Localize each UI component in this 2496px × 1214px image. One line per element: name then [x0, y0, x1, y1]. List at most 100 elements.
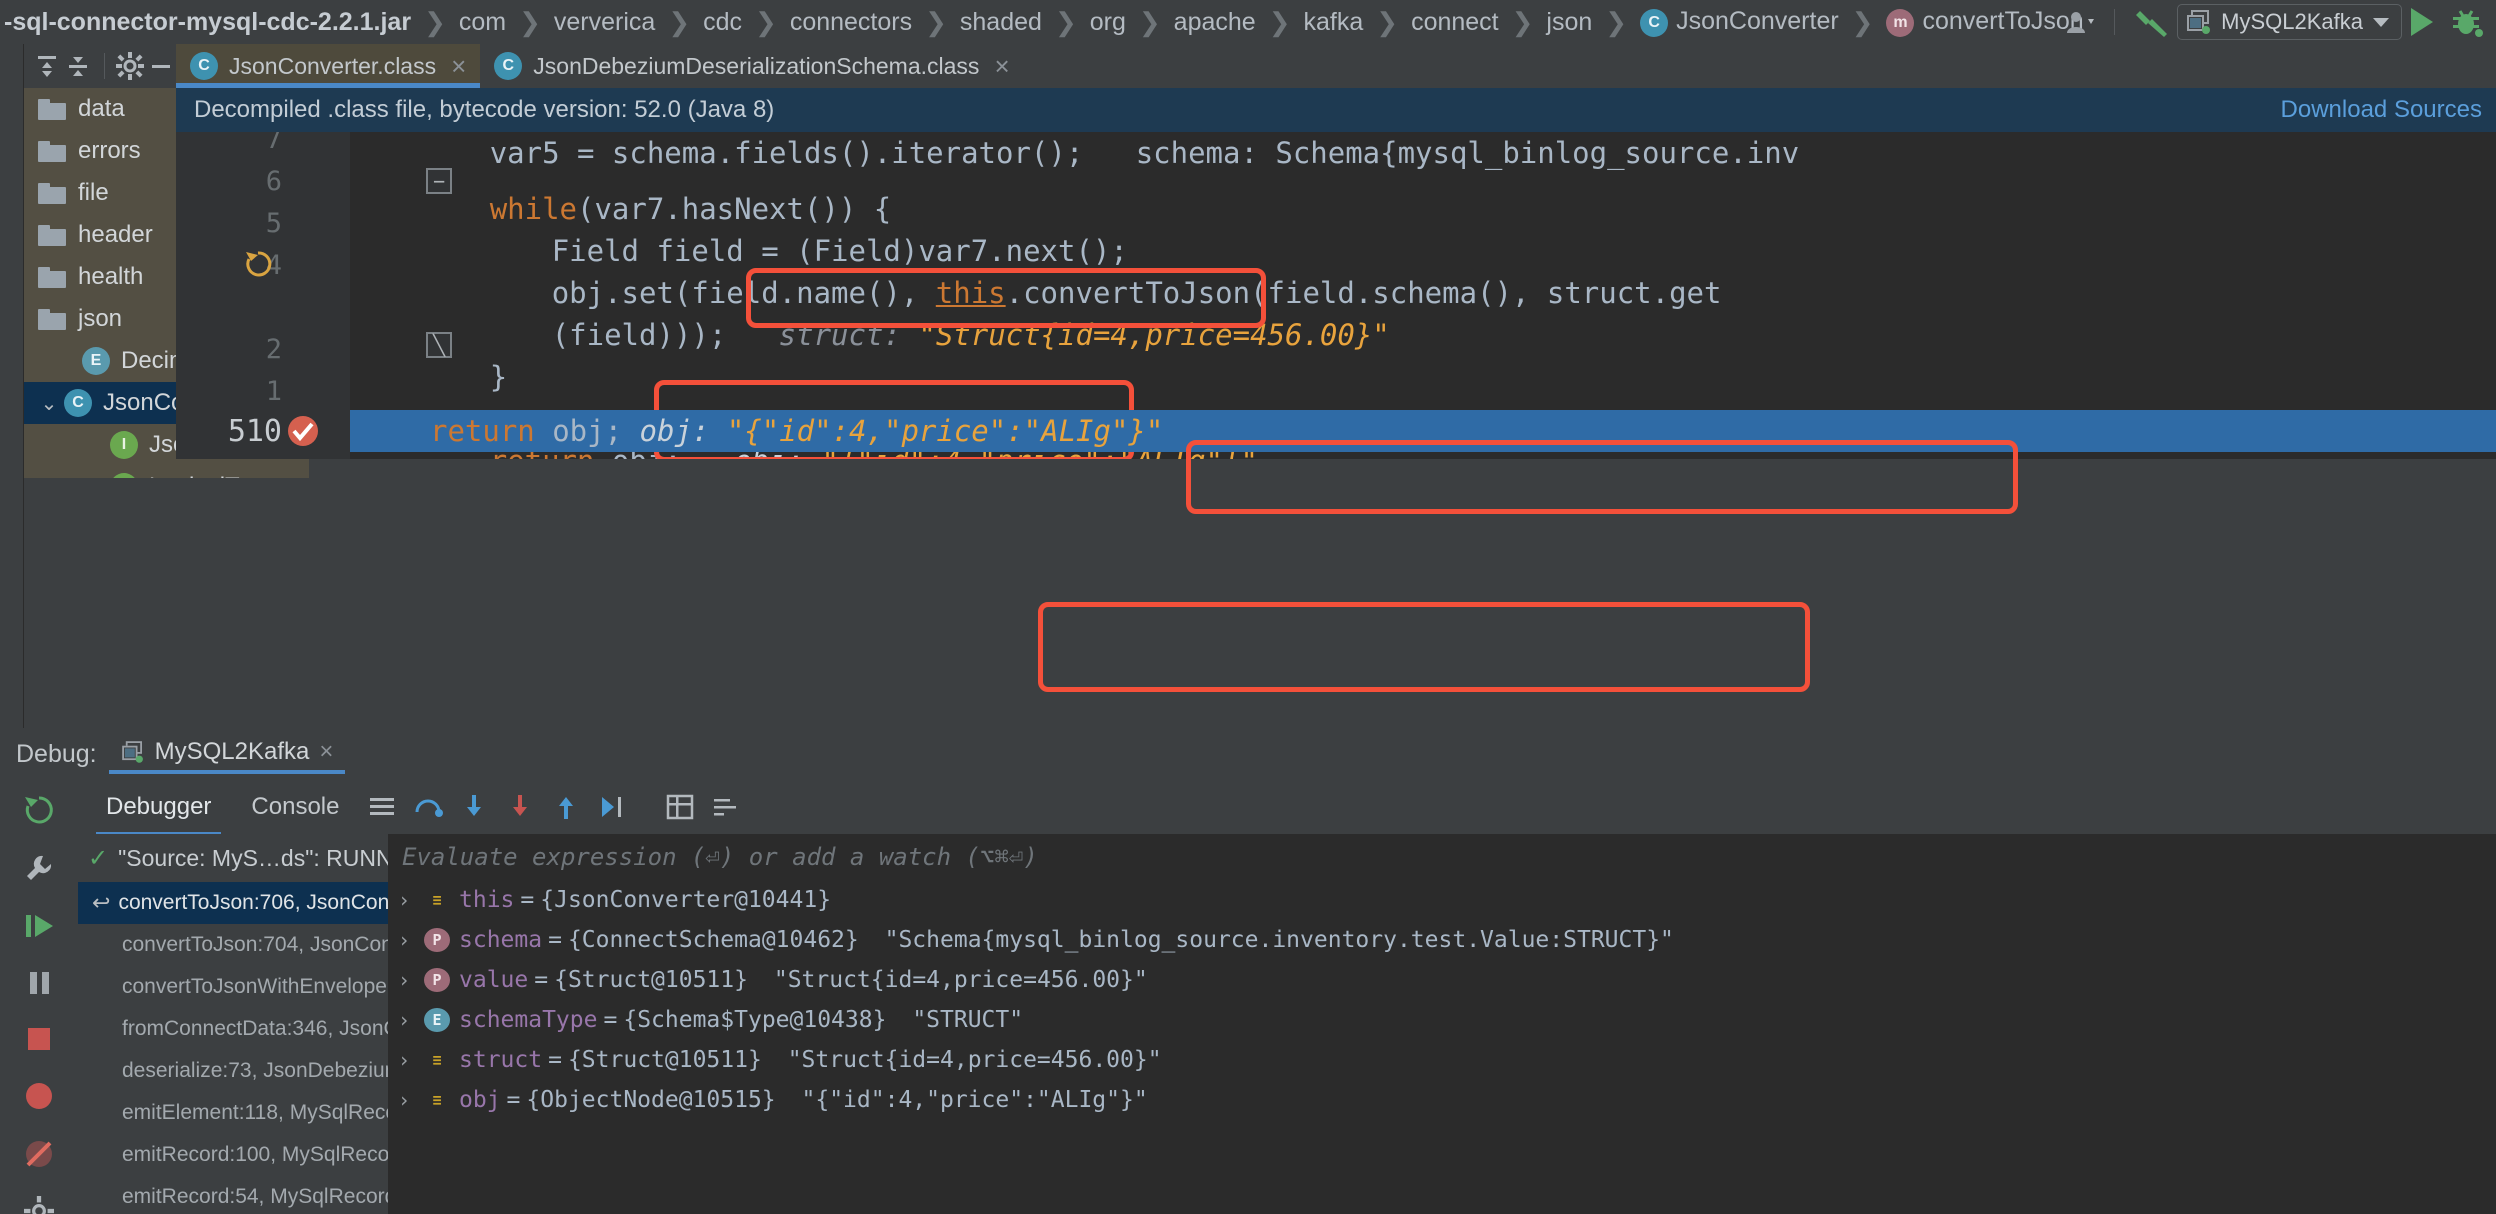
frame-row[interactable]: ↩ convertToJson:706, JsonConverter (co — [78, 882, 388, 924]
view-breakpoints-button[interactable] — [19, 1080, 59, 1112]
breadcrumb-item-org[interactable]: org — [1084, 8, 1132, 37]
close-icon[interactable]: × — [451, 51, 466, 82]
user-profile-icon — [2067, 12, 2095, 33]
tab-jsondebeziumdeserializationschema-class[interactable]: C JsonDebeziumDeserializationSchema.clas… — [480, 44, 1023, 88]
mute-breakpoints-button[interactable] — [19, 1138, 59, 1170]
chevron-right-icon[interactable]: › — [398, 1008, 424, 1032]
breadcrumb-item-jsonconverter[interactable]: C JsonConverter — [1634, 7, 1845, 37]
debug-frames-panel[interactable]: ✓ "Source: MyS…ds": RUNNING ↩ convertToJ… — [78, 834, 496, 1214]
chevron-right-icon[interactable]: › — [398, 1048, 424, 1072]
breadcrumb-item-apache[interactable]: apache — [1168, 8, 1262, 37]
frame-arrow-icon: ↩ — [92, 890, 111, 915]
tree-item-label: data — [78, 95, 125, 122]
settings-button[interactable] — [703, 787, 749, 827]
breadcrumb-item-shaded[interactable]: shaded — [954, 8, 1048, 37]
build-button[interactable] — [2127, 3, 2175, 41]
breadcrumb-item-ververica[interactable]: ververica — [548, 8, 661, 37]
chevron-right-icon[interactable]: › — [398, 888, 424, 912]
step-into-icon — [467, 795, 482, 816]
download-sources-link[interactable]: Download Sources — [2281, 96, 2482, 124]
step-over-button[interactable] — [405, 787, 451, 827]
breakpoint-icon[interactable] — [284, 412, 322, 455]
line-number: 6 — [265, 166, 282, 197]
breadcrumb-item-cdc[interactable]: cdc — [697, 8, 748, 37]
stop-button[interactable] — [19, 1024, 59, 1054]
debug-session-tab[interactable]: MySQL2Kafka × — [108, 734, 346, 774]
code-line-objset: obj.set(field.name(), this.convertToJson… — [350, 242, 2496, 310]
force-step-into-button[interactable] — [497, 787, 543, 827]
frame-method: emitRecord:100, — [122, 1143, 277, 1166]
variable-row-this[interactable]: › ≡ this = {JsonConverter@10441} — [388, 880, 2496, 920]
frame-row[interactable]: emitRecord:100, MySqlRecordEmitter ( — [78, 1134, 388, 1176]
tab-debugger[interactable]: Debugger — [86, 787, 231, 836]
close-icon[interactable]: × — [994, 51, 1009, 82]
step-into-button[interactable] — [451, 787, 497, 827]
breadcrumb-item-kafka[interactable]: kafka — [1298, 8, 1370, 37]
debug-button[interactable] — [2442, 3, 2490, 41]
resume-button[interactable] — [19, 910, 59, 942]
frame-row[interactable]: emitElement:118, MySqlRecordEmitter — [78, 1092, 388, 1134]
equals-sign: = — [548, 1047, 562, 1073]
field-icon: ≡ — [432, 891, 442, 909]
frame-row[interactable]: convertToJson:704, JsonConverter (co — [78, 924, 388, 966]
evaluate-placeholder: Evaluate expression (⏎) or add a watch (… — [402, 843, 1038, 871]
layout-button[interactable] — [359, 787, 405, 827]
tree-item-label: json — [78, 305, 123, 332]
variable-row-struct[interactable]: › ≡ struct = {Struct@10511} "Struct{id=4,p… — [388, 1040, 2496, 1080]
frames-thread-selector[interactable]: ✓ "Source: MyS…ds": RUNNING — [78, 834, 496, 882]
frame-row[interactable]: convertToJsonWithEnvelope:592, Json — [78, 966, 388, 1008]
collapse-all-button[interactable] — [63, 46, 94, 86]
debug-settings-button[interactable] — [19, 852, 59, 884]
breadcrumb-separator: ❯ — [668, 6, 691, 37]
breadcrumb-item-json[interactable]: json — [1540, 8, 1598, 37]
pause-button[interactable] — [19, 968, 59, 998]
breadcrumb-bar: -sql-connector-mysql-cdc-2.2.1.jar ❯ com… — [0, 0, 2496, 44]
tab-console[interactable]: Console — [231, 787, 359, 827]
run-button[interactable] — [2404, 3, 2440, 41]
rerun-marker-icon[interactable] — [242, 248, 274, 287]
tree-item-logicaltype[interactable]: I LogicalTyp — [24, 466, 309, 478]
variable-type: {JsonConverter@10441} — [540, 887, 832, 913]
close-icon[interactable]: × — [319, 738, 333, 766]
hide-toolwindow-button[interactable] — [145, 46, 176, 86]
breadcrumb-item-jar[interactable]: -sql-connector-mysql-cdc-2.2.1.jar — [0, 8, 417, 37]
breadcrumb-item-com[interactable]: com — [453, 8, 512, 37]
debug-gear-button[interactable] — [19, 1196, 59, 1214]
breadcrumb-item-connectors[interactable]: connectors — [784, 8, 918, 37]
variable-row-obj[interactable]: › ≡ obj = {ObjectNode@10515} "{"id":4,"pri… — [388, 1080, 2496, 1120]
evaluate-expression-button[interactable] — [657, 787, 703, 827]
frame-row[interactable]: fromConnectData:346, JsonConverter — [78, 1008, 388, 1050]
tree-item-label: errors — [78, 137, 141, 164]
debug-variables-panel[interactable]: Evaluate expression (⏎) or add a watch (… — [388, 834, 2496, 1214]
chevron-right-icon[interactable]: › — [398, 968, 424, 992]
frame-row[interactable]: deserialize:73, JsonDebeziumDeserializ — [78, 1050, 388, 1092]
project-settings-button[interactable] — [114, 46, 145, 86]
tree-item-label: file — [78, 179, 109, 206]
expand-all-button[interactable] — [32, 46, 63, 86]
frame-class: MySqlRecordEmitter — [289, 1101, 388, 1124]
rerun-button[interactable] — [19, 794, 59, 826]
evaluate-expression-input[interactable]: Evaluate expression (⏎) or add a watch (… — [388, 834, 2496, 880]
breadcrumb-separator: ❯ — [1851, 6, 1874, 37]
variable-value: "Schema{mysql_binlog_source.inventory.te… — [884, 927, 1674, 953]
tab-jsonconverter-class[interactable]: C JsonConverter.class × — [176, 44, 481, 88]
chevron-right-icon[interactable]: › — [398, 928, 424, 952]
chevron-right-icon[interactable]: › — [398, 1088, 424, 1112]
variable-name: value — [459, 967, 529, 993]
frame-method: emitElement:118, — [122, 1101, 284, 1124]
variable-row-value[interactable]: › P value = {Struct@10511} "Struct{id=4,pr… — [388, 960, 2496, 1000]
run-configuration-selector[interactable]: MySQL2Kafka — [2177, 4, 2402, 40]
run-play-icon — [2411, 8, 2433, 36]
force-step-into-icon — [513, 795, 528, 816]
folder-icon — [38, 98, 66, 120]
chevron-down-icon[interactable]: ⌄ — [38, 391, 60, 416]
run-to-cursor-button[interactable] — [589, 787, 635, 827]
user-profile-button[interactable] — [2058, 3, 2102, 41]
step-out-button[interactable] — [543, 787, 589, 827]
variable-row-schema[interactable]: › P schema = {ConnectSchema@10462} "Schema… — [388, 920, 2496, 960]
code-text: } — [489, 360, 508, 394]
frame-row[interactable]: emitRecord:54, MySqlRecordEmitter (c — [78, 1176, 388, 1214]
variable-row-schematype[interactable]: › E schemaType = {Schema$Type@10438} "STRU… — [388, 1000, 2496, 1040]
breadcrumb-item-connect[interactable]: connect — [1405, 8, 1505, 37]
equals-sign: = — [506, 1087, 521, 1113]
